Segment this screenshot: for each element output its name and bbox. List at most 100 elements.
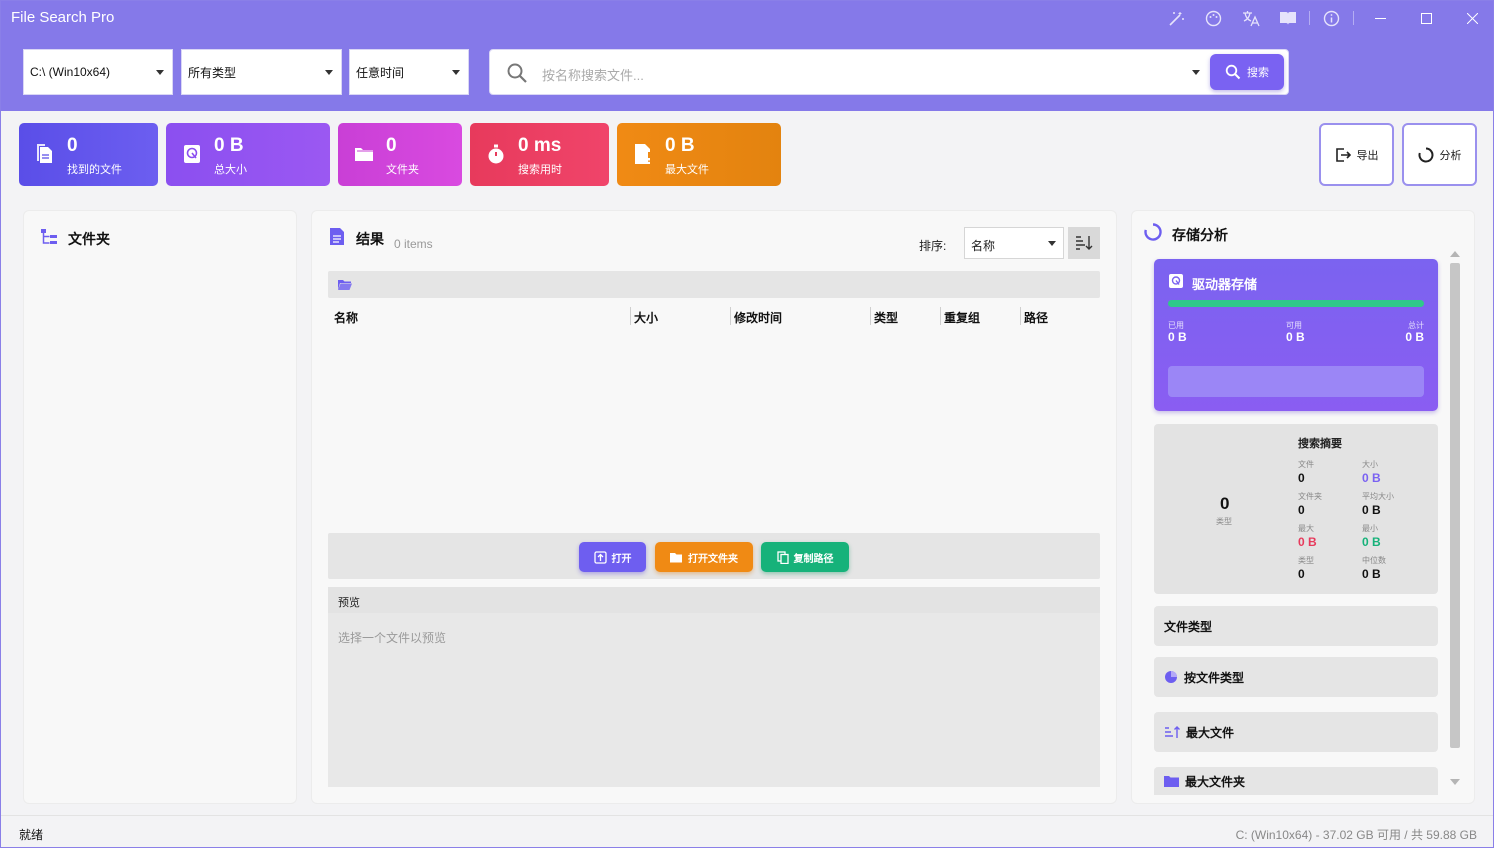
stat-label: 文件夹 xyxy=(386,164,419,176)
app-title: File Search Pro xyxy=(11,9,115,26)
open-folder-button[interactable]: 打开文件夹 xyxy=(655,542,753,572)
column-separator[interactable] xyxy=(630,307,631,325)
column-header-size[interactable]: 大小 xyxy=(634,309,658,326)
open-folder-button-label: 打开文件夹 xyxy=(688,553,738,565)
stat-value: 0 B xyxy=(665,135,695,156)
stat-card-search-time: 0 ms 搜索用时 xyxy=(470,123,609,186)
sort-direction-button[interactable] xyxy=(1068,227,1100,259)
summary-key: 文件夹 xyxy=(1298,492,1322,501)
results-panel: 结果 0 items 排序: 名称 名称 大小 修改时间 类型 重复组 路径 打… xyxy=(311,210,1117,804)
search-button[interactable]: 搜索 xyxy=(1210,54,1284,90)
export-label: 导出 xyxy=(1356,149,1379,162)
summary-value: 0 B xyxy=(1362,567,1381,581)
scroll-down-arrow[interactable] xyxy=(1450,779,1460,785)
type-select-value: 所有类型 xyxy=(188,65,237,80)
column-header-modified[interactable]: 修改时间 xyxy=(734,309,782,326)
results-title: 结果 xyxy=(356,231,384,247)
toolbar-separator xyxy=(1353,11,1354,25)
drive-chart-area xyxy=(1168,366,1424,397)
folder-open-icon xyxy=(670,552,682,562)
open-external-icon xyxy=(593,550,607,564)
total-value: 0 B xyxy=(1405,330,1424,344)
column-separator[interactable] xyxy=(730,307,731,325)
summary-title: 搜索摘要 xyxy=(1298,438,1342,450)
chevron-down-icon xyxy=(156,70,164,75)
stat-value: 0 ms xyxy=(518,135,562,156)
minimize-button[interactable] xyxy=(1357,1,1403,35)
stat-label: 找到的文件 xyxy=(67,164,122,176)
copy-path-button-label: 复制路径 xyxy=(793,553,834,565)
drive-icon xyxy=(184,145,200,163)
action-bar: 打开 打开文件夹 复制路径 xyxy=(328,533,1100,579)
drive-select[interactable]: C:\ (Win10x64) xyxy=(23,49,173,95)
drive-usage-bar xyxy=(1168,300,1424,307)
folder-tree-icon xyxy=(41,229,57,244)
stat-card-folders: 0 文件夹 xyxy=(338,123,462,186)
storage-title: 存储分析 xyxy=(1172,227,1228,243)
section-largest-files[interactable]: 最大文件 xyxy=(1154,712,1438,752)
search-history-chevron-icon[interactable] xyxy=(1192,70,1200,75)
summary-key: 中位数 xyxy=(1362,556,1386,565)
column-header-type[interactable]: 类型 xyxy=(874,309,898,326)
header: File Search Pro C:\ (Win10x64) 所有类型 任意时间… xyxy=(1,1,1493,111)
analyze-button[interactable]: 分析 xyxy=(1402,123,1477,186)
copy-path-button[interactable]: 复制路径 xyxy=(761,542,849,572)
folder-icon xyxy=(1164,776,1179,787)
sort-select[interactable]: 名称 xyxy=(964,227,1064,259)
palette-icon[interactable] xyxy=(1195,1,1232,35)
search-button-label: 搜索 xyxy=(1247,67,1269,79)
sort-select-value: 名称 xyxy=(971,239,996,253)
results-count: 0 items xyxy=(394,237,433,251)
drive-storage-card: 驱动器存储 已用 0 B 可用 0 B 总计 0 B xyxy=(1154,259,1438,411)
close-button[interactable] xyxy=(1449,1,1493,35)
toolbar-separator xyxy=(1309,11,1310,25)
export-icon xyxy=(1335,147,1351,162)
magic-wand-icon[interactable] xyxy=(1158,1,1195,35)
preview-header: 预览 xyxy=(328,587,1100,613)
vertical-scrollbar[interactable] xyxy=(1450,263,1460,748)
time-select-value: 任意时间 xyxy=(356,65,405,80)
column-header-path[interactable]: 路径 xyxy=(1024,309,1048,326)
scroll-up-arrow[interactable] xyxy=(1450,251,1460,257)
search-input[interactable]: 按名称搜索文件... 搜索 xyxy=(489,49,1289,95)
files-icon xyxy=(37,144,52,163)
section-label: 文件类型 xyxy=(1164,619,1213,634)
time-select[interactable]: 任意时间 xyxy=(349,49,469,95)
analyze-label: 分析 xyxy=(1439,149,1462,162)
drive-icon xyxy=(1169,274,1183,288)
sort-ascending-icon xyxy=(1165,726,1180,738)
summary-value: 0 xyxy=(1298,567,1305,581)
stat-value: 0 xyxy=(386,135,397,156)
summary-value: 0 xyxy=(1298,471,1305,485)
summary-key: 文件 xyxy=(1298,460,1314,469)
app-window: File Search Pro C:\ (Win10x64) 所有类型 任意时间… xyxy=(0,0,1494,848)
search-placeholder: 按名称搜索文件... xyxy=(542,68,644,83)
drive-storage-title: 驱动器存储 xyxy=(1192,277,1258,292)
column-header-duplicate-group[interactable]: 重复组 xyxy=(944,309,980,326)
stat-card-largest-file: 0 B 最大文件 xyxy=(617,123,781,186)
drive-select-value: C:\ (Win10x64) xyxy=(30,65,111,79)
section-largest-folders[interactable]: 最大文件夹 xyxy=(1154,767,1438,795)
results-path-bar xyxy=(328,271,1100,298)
used-value: 0 B xyxy=(1168,330,1187,344)
info-icon[interactable] xyxy=(1313,1,1350,35)
section-label: 最大文件 xyxy=(1186,725,1235,740)
chevron-down-icon xyxy=(1048,241,1056,246)
summary-key: 最小 xyxy=(1362,524,1378,533)
open-button[interactable]: 打开 xyxy=(579,542,646,572)
export-button[interactable]: 导出 xyxy=(1319,123,1394,186)
column-separator[interactable] xyxy=(1020,307,1021,325)
translate-icon[interactable] xyxy=(1232,1,1269,35)
type-select[interactable]: 所有类型 xyxy=(181,49,342,95)
section-file-types[interactable]: 文件类型 xyxy=(1154,606,1438,646)
stat-card-files: 0 找到的文件 xyxy=(19,123,158,186)
stat-value: 0 xyxy=(67,135,78,156)
maximize-button[interactable] xyxy=(1403,1,1449,35)
column-separator[interactable] xyxy=(940,307,941,325)
book-icon[interactable] xyxy=(1269,1,1306,35)
section-by-file-type[interactable]: 按文件类型 xyxy=(1154,657,1438,697)
summary-value: 0 xyxy=(1298,503,1305,517)
column-separator[interactable] xyxy=(870,307,871,325)
column-header-name[interactable]: 名称 xyxy=(334,309,358,326)
folders-panel: 文件夹 xyxy=(23,210,297,804)
